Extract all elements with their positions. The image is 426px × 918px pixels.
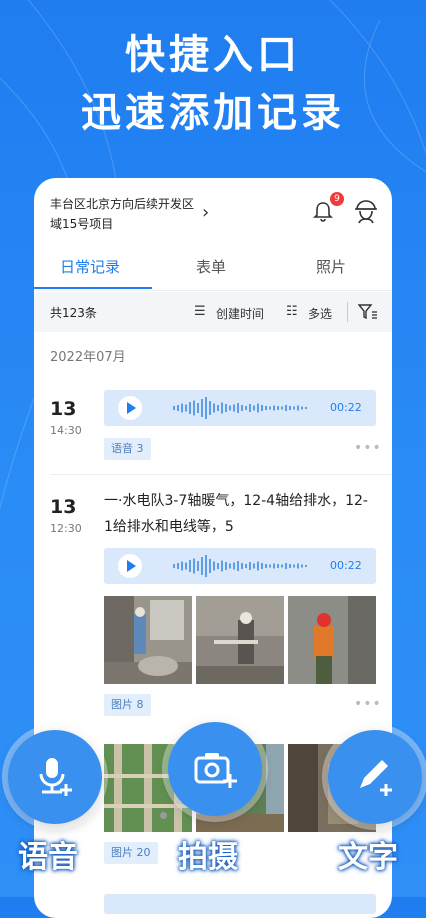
sort-by-created-time[interactable]: 创建时间 [216, 305, 264, 322]
sort-icon[interactable]: ☰ [194, 304, 206, 319]
voice-message[interactable] [104, 894, 376, 914]
photo-tag[interactable]: 图片 8 [104, 694, 151, 716]
play-icon[interactable] [118, 396, 142, 420]
pencil-icon [360, 760, 392, 796]
divider [50, 474, 392, 475]
camera-capture-button[interactable] [168, 722, 262, 816]
more-icon[interactable]: ••• [354, 440, 382, 456]
record-day: 13 [50, 398, 77, 420]
app-header: 丰台区北京方向后续开发区域15号项目 › 9 [34, 178, 392, 240]
waveform-icon [173, 555, 307, 577]
site-photo[interactable] [288, 596, 376, 684]
record-time: 12:30 [50, 522, 82, 535]
project-name[interactable]: 丰台区北京方向后续开发区域15号项目 [50, 194, 200, 234]
notification-badge: 9 [330, 192, 344, 206]
text-label: 文字 [338, 840, 398, 875]
photo-tag[interactable]: 图片 20 [104, 842, 158, 864]
record-text: 一·水电队3-7轴暖气，12-4轴给排水，12-1给排水和电线等，5 [104, 493, 368, 535]
tab-photos[interactable]: 照片 [316, 256, 346, 277]
headline-line2: 迅速添加记录 [81, 90, 345, 136]
record-day: 13 [50, 496, 77, 518]
filter-icon[interactable] [358, 303, 378, 321]
tab-bar: 日常记录 表单 照片 [34, 246, 392, 291]
audio-duration: 00:22 [330, 559, 362, 572]
multi-select-button[interactable]: 多选 [308, 305, 332, 322]
play-icon[interactable] [118, 554, 142, 578]
voice-message[interactable]: 00:22 [104, 548, 376, 584]
headline-line1: 快捷入口 [125, 32, 301, 78]
site-photo[interactable] [196, 596, 284, 684]
site-photo[interactable] [104, 596, 192, 684]
list-toolbar: 共123条 ☰ 创建时间 ☷ 多选 [34, 292, 392, 332]
record-count: 共123条 [50, 306, 97, 320]
record-time: 14:30 [50, 424, 82, 437]
voice-label: 语音 [18, 840, 78, 875]
toolbar-divider [347, 302, 348, 322]
active-tab-indicator [34, 287, 152, 289]
camera-label: 拍摄 [178, 840, 238, 875]
camera-icon [194, 753, 237, 788]
tab-daily-records[interactable]: 日常记录 [60, 256, 120, 277]
more-icon[interactable]: ••• [354, 696, 382, 712]
voice-message[interactable]: 00:22 [104, 390, 376, 426]
pager-dot [160, 812, 167, 819]
tab-forms[interactable]: 表单 [196, 256, 226, 277]
microphone-icon [39, 758, 72, 796]
text-note-button[interactable] [328, 730, 422, 824]
voice-tag[interactable]: 语音 3 [104, 438, 151, 460]
audio-duration: 00:22 [330, 401, 362, 414]
multi-select-icon[interactable]: ☷ [286, 304, 298, 319]
month-header: 2022年07月 [50, 350, 126, 365]
worker-helmet-icon[interactable] [354, 198, 378, 224]
waveform-icon [173, 397, 307, 419]
voice-record-button[interactable] [8, 730, 102, 824]
chevron-right-icon[interactable]: › [202, 202, 209, 223]
